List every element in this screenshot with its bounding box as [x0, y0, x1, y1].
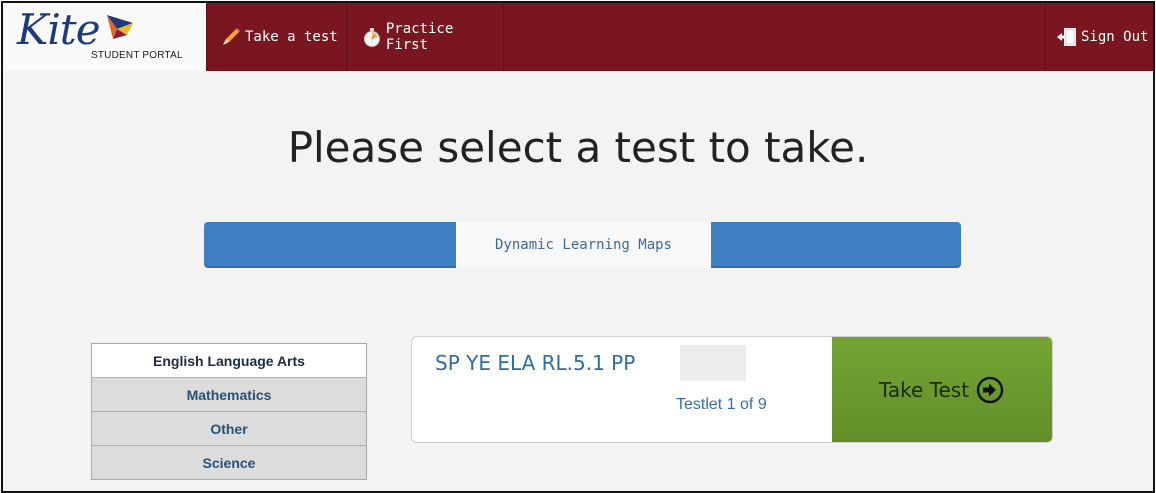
subject-mathematics[interactable]: Mathematics	[92, 377, 366, 411]
sign-out-label: Sign Out	[1081, 29, 1149, 45]
sign-out-button[interactable]: Sign Out	[1045, 3, 1153, 71]
stopwatch-icon	[363, 28, 380, 47]
test-name: SP YE ELA RL.5.1 PP	[435, 351, 636, 375]
practice-first-link[interactable]: Practice First	[347, 3, 504, 71]
logo-subtitle: STUDENT PORTAL	[91, 50, 183, 61]
pencil-icon	[223, 28, 240, 45]
exit-door-icon	[1057, 28, 1076, 46]
subject-list: English Language Arts Mathematics Other …	[91, 343, 367, 480]
page-title: Please select a test to take.	[287, 123, 869, 172]
tab-dynamic-learning-maps[interactable]: Dynamic Learning Maps	[456, 222, 711, 268]
subject-science[interactable]: Science	[92, 445, 366, 479]
test-program-tabbar: Dynamic Learning Maps	[204, 222, 961, 268]
app-frame: Kite STUDENT PORTAL Take a test Practice…	[1, 1, 1155, 493]
test-card: SP YE ELA RL.5.1 PP Testlet 1 of 9 Take …	[411, 336, 1053, 443]
logo-word: Kite	[17, 5, 101, 54]
subject-other[interactable]: Other	[92, 411, 366, 445]
take-test-label: Take Test	[878, 377, 970, 402]
kite-logo[interactable]: Kite STUDENT PORTAL	[3, 3, 207, 71]
subject-english-language-arts[interactable]: English Language Arts	[92, 344, 366, 377]
kite-logo-icon	[107, 15, 133, 39]
take-a-test-label: Take a test	[245, 29, 338, 45]
take-a-test-link[interactable]: Take a test	[206, 3, 347, 71]
arrow-circle-right-icon	[976, 376, 1004, 403]
redacted-area	[680, 345, 746, 381]
testlet-count: Testlet 1 of 9	[676, 396, 767, 413]
take-test-button[interactable]: Take Test	[832, 337, 1052, 442]
practice-first-label: Practice First	[385, 21, 454, 53]
top-navigation-bar: Kite STUDENT PORTAL Take a test Practice…	[3, 3, 1153, 71]
